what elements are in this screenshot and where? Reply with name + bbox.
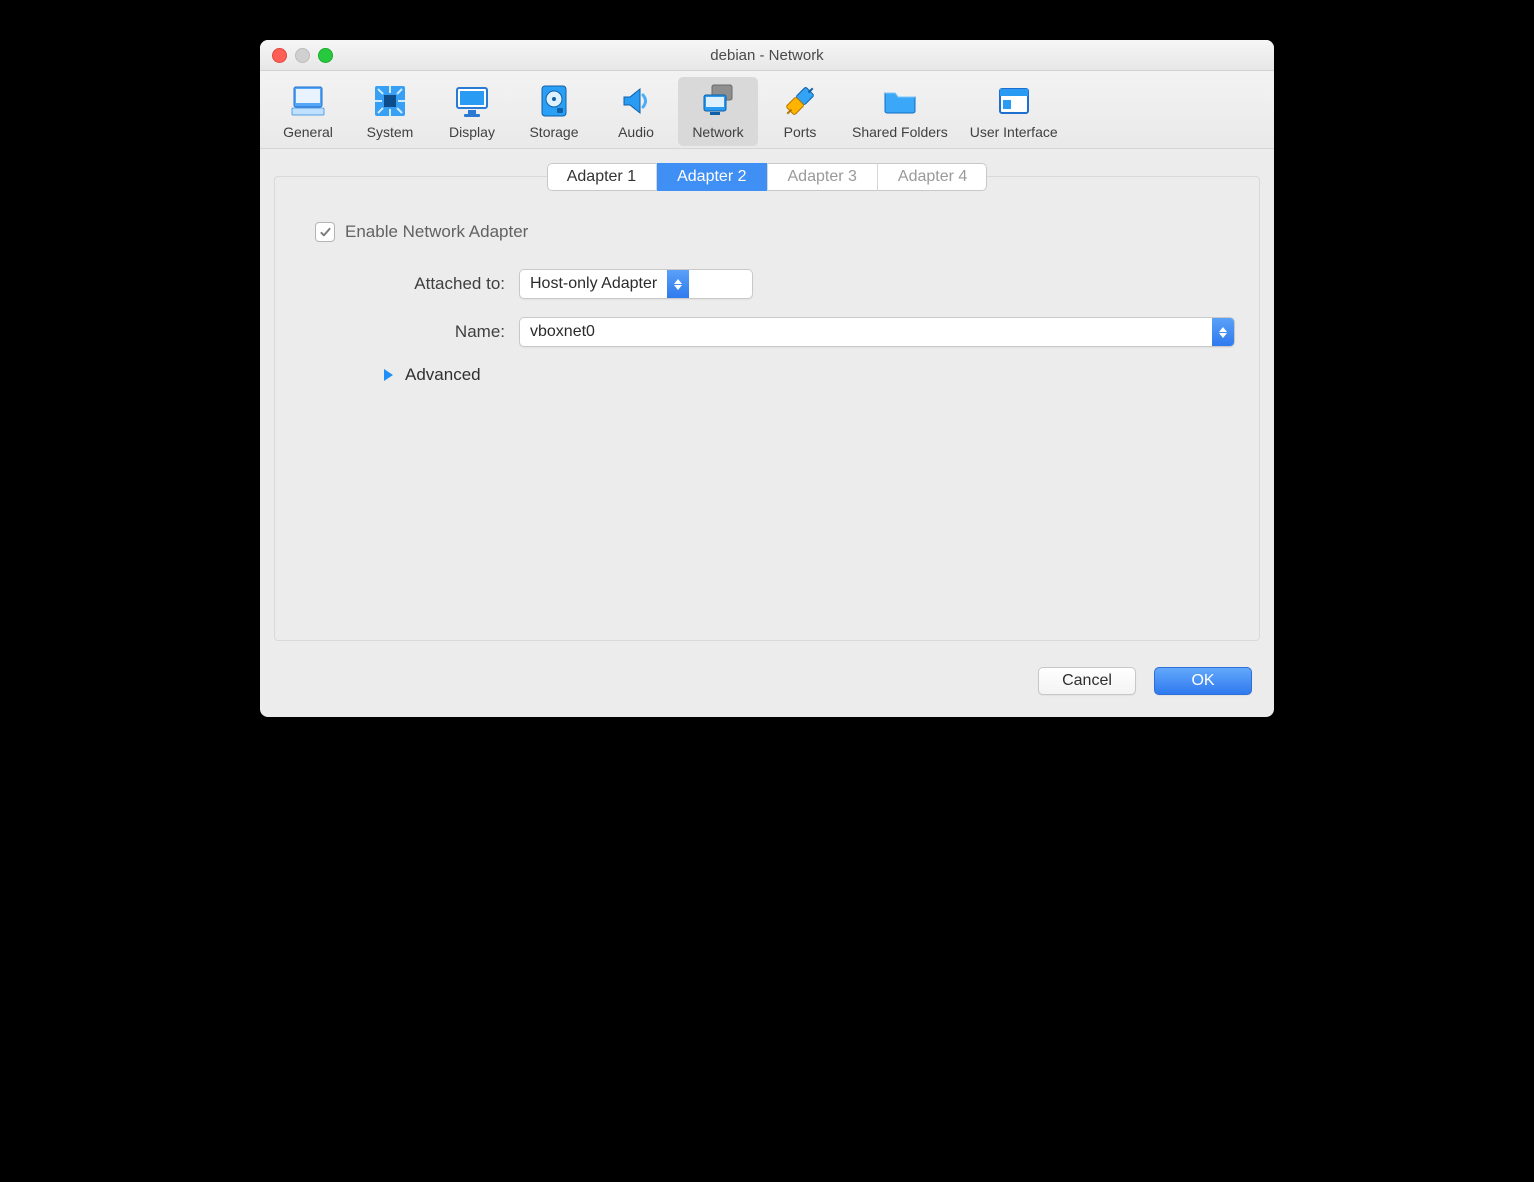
toolbar-item-audio[interactable]: Audio (596, 77, 676, 146)
dialog-footer: Cancel OK (260, 655, 1274, 717)
toolbar-item-storage[interactable]: Storage (514, 77, 594, 146)
toolbar-item-display[interactable]: Display (432, 77, 512, 146)
settings-window: debian - Network General (260, 40, 1274, 717)
checkmark-icon (319, 226, 332, 239)
toolbar-label: Storage (529, 124, 578, 140)
close-icon[interactable] (272, 48, 287, 63)
toolbar-label: Audio (618, 124, 654, 140)
enable-adapter-row[interactable]: Enable Network Adapter (315, 222, 1235, 242)
settings-toolbar: General System (260, 71, 1274, 149)
disclosure-triangle-icon (384, 369, 393, 381)
adapter-tabs: Adapter 1 Adapter 2 Adapter 3 Adapter 4 (274, 163, 1260, 191)
stepper-arrows-icon (1212, 318, 1234, 346)
window-title: debian - Network (260, 47, 1274, 64)
name-label: Name: (299, 322, 519, 342)
toolbar-label: User Interface (970, 124, 1058, 140)
name-select[interactable]: vboxnet0 (519, 317, 1235, 347)
toolbar-label: Ports (784, 124, 817, 140)
display-icon (452, 81, 492, 121)
ok-button[interactable]: OK (1154, 667, 1252, 695)
folder-icon (880, 81, 920, 121)
toolbar-label: Display (449, 124, 495, 140)
ui-icon (994, 81, 1034, 121)
stepper-arrows-icon (667, 270, 689, 298)
tab-adapter-2[interactable]: Adapter 2 (657, 163, 767, 191)
toolbar-label: General (283, 124, 333, 140)
titlebar: debian - Network (260, 40, 1274, 71)
toolbar-item-network[interactable]: Network (678, 77, 758, 146)
tab-adapter-1[interactable]: Adapter 1 (547, 163, 657, 191)
toolbar-item-ports[interactable]: Ports (760, 77, 840, 146)
toolbar-label: Shared Folders (852, 124, 948, 140)
window-controls (272, 48, 333, 63)
toolbar-item-general[interactable]: General (268, 77, 348, 146)
toolbar-label: Network (692, 124, 743, 140)
general-icon (288, 81, 328, 121)
storage-icon (534, 81, 574, 121)
attached-to-label: Attached to: (299, 274, 519, 294)
toolbar-item-system[interactable]: System (350, 77, 430, 146)
system-icon (370, 81, 410, 121)
toolbar-item-shared-folders[interactable]: Shared Folders (842, 77, 958, 146)
minimize-icon[interactable] (295, 48, 310, 63)
attached-to-select[interactable]: Host-only Adapter (519, 269, 753, 299)
name-value: vboxnet0 (520, 318, 1212, 346)
advanced-disclosure[interactable]: Advanced (384, 365, 1235, 385)
enable-adapter-checkbox[interactable] (315, 222, 335, 242)
tab-adapter-3[interactable]: Adapter 3 (768, 163, 878, 191)
tab-adapter-4[interactable]: Adapter 4 (878, 163, 987, 191)
attached-to-value: Host-only Adapter (520, 270, 667, 298)
content-area: Adapter 1 Adapter 2 Adapter 3 Adapter 4 … (260, 149, 1274, 655)
cancel-button[interactable]: Cancel (1038, 667, 1136, 695)
ports-icon (780, 81, 820, 121)
network-icon (698, 81, 738, 121)
zoom-icon[interactable] (318, 48, 333, 63)
toolbar-item-user-interface[interactable]: User Interface (960, 77, 1068, 146)
audio-icon (616, 81, 656, 121)
adapter-panel: Enable Network Adapter Attached to: Host… (274, 176, 1260, 641)
advanced-label: Advanced (405, 365, 481, 385)
enable-adapter-label: Enable Network Adapter (345, 222, 528, 242)
toolbar-label: System (367, 124, 414, 140)
